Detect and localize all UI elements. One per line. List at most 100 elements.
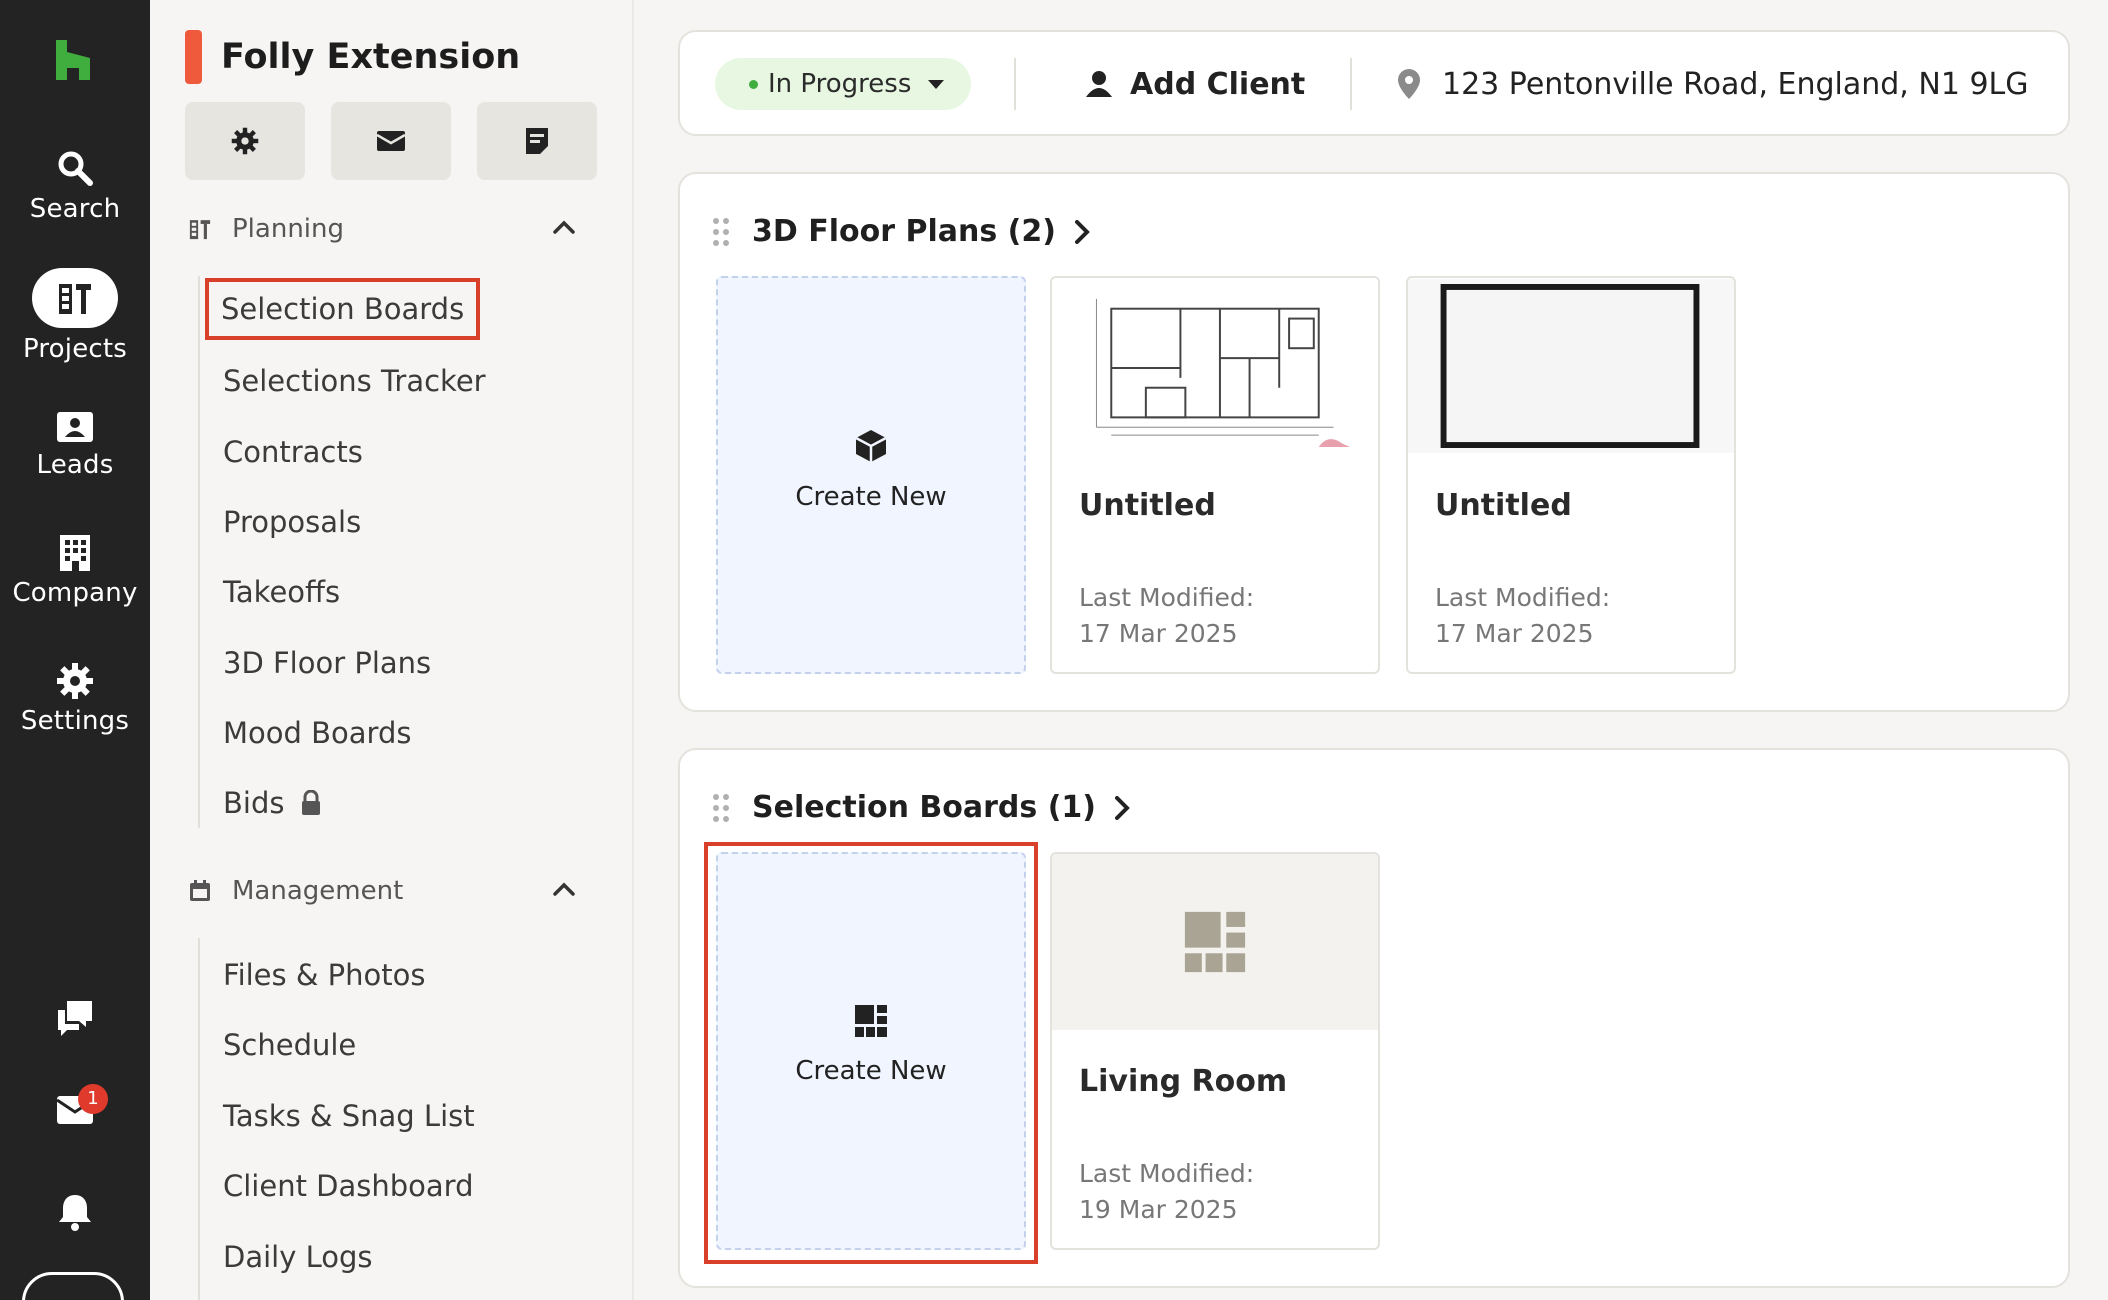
nav-schedule[interactable]: Schedule xyxy=(223,1028,356,1062)
modified-label: Last Modified: xyxy=(1079,1159,1255,1188)
nav-takeoffs[interactable]: Takeoffs xyxy=(223,575,340,609)
rail-company-label: Company xyxy=(12,578,138,608)
selection-boards-title: Selection Boards (1) xyxy=(752,790,1096,825)
calendar-icon xyxy=(190,880,210,901)
selection-board-modified: Last Modified: 19 Mar 2025 xyxy=(1079,1156,1254,1228)
modified-date: 17 Mar 2025 xyxy=(1435,619,1594,648)
add-client-label: Add Client xyxy=(1130,66,1306,102)
rail-settings-label: Settings xyxy=(20,706,130,736)
search-icon xyxy=(58,151,93,186)
create-selection-board-highlight xyxy=(704,842,1038,1264)
project-sidebar: Folly Extension Planning Selection Board… xyxy=(150,0,634,1300)
project-header: Folly Extension xyxy=(185,30,520,84)
chevron-up-icon xyxy=(553,882,575,896)
projects-icon xyxy=(59,284,91,314)
floor-plan-modified: Last Modified: 17 Mar 2025 xyxy=(1435,580,1610,652)
nav-selection-boards[interactable]: Selection Boards xyxy=(204,278,481,340)
location-pin-icon xyxy=(1398,69,1420,99)
floor-plan-card[interactable]: Untitled Last Modified: 17 Mar 2025 xyxy=(1050,276,1380,674)
nav-mood-boards[interactable]: Mood Boards xyxy=(223,716,411,750)
planning-section-toggle[interactable]: Planning xyxy=(188,214,578,244)
chevron-right-icon[interactable] xyxy=(1112,794,1132,822)
rail-projects-active-pill xyxy=(32,268,118,328)
rail-messages[interactable] xyxy=(0,998,150,1042)
rail-company[interactable]: Company xyxy=(0,534,150,608)
add-client-button[interactable]: Add Client xyxy=(1084,54,1305,114)
drag-handle-icon[interactable] xyxy=(712,793,730,823)
rail-settings[interactable]: Settings xyxy=(0,662,150,736)
rail-leads-label: Leads xyxy=(36,450,114,480)
header-divider xyxy=(1350,58,1352,110)
create-floor-plan-content: Create New xyxy=(718,428,1024,512)
floor-plan-name: Untitled xyxy=(1435,488,1572,523)
header-divider xyxy=(1014,58,1016,110)
project-mail-button[interactable] xyxy=(331,102,451,180)
nav-3d-floor-plans[interactable]: 3D Floor Plans xyxy=(223,646,431,680)
selection-boards-section: Selection Boards (1) Create New Living R… xyxy=(678,748,2070,1288)
board-grid-icon xyxy=(1184,911,1246,973)
floor-plan-card[interactable]: Untitled Last Modified: 17 Mar 2025 xyxy=(1406,276,1736,674)
lock-icon xyxy=(302,790,321,815)
project-color-bar xyxy=(185,30,202,84)
drag-handle-icon[interactable] xyxy=(712,217,730,247)
cube-icon xyxy=(855,430,887,462)
rail-projects-label: Projects xyxy=(22,334,128,364)
selection-board-card[interactable]: Living Room Last Modified: 19 Mar 2025 xyxy=(1050,852,1380,1250)
nav-files-photos[interactable]: Files & Photos xyxy=(223,958,426,992)
inbox-badge: 1 xyxy=(78,1084,108,1114)
chat-icon xyxy=(58,1001,92,1036)
houzz-logo-icon[interactable] xyxy=(50,36,96,82)
nav-contracts[interactable]: Contracts xyxy=(223,435,363,469)
modified-date: 19 Mar 2025 xyxy=(1079,1195,1238,1224)
project-notes-button[interactable] xyxy=(477,102,597,180)
leads-icon xyxy=(57,412,93,442)
nav-bids-label: Bids xyxy=(223,786,285,820)
project-info-bar: In Progress Add Client 123 Pentonville R… xyxy=(678,30,2070,136)
management-nav-guide xyxy=(198,938,200,1300)
floor-plan-name: Untitled xyxy=(1079,488,1216,523)
project-title: Folly Extension xyxy=(221,37,521,77)
floor-plans-header[interactable]: 3D Floor Plans (2) xyxy=(712,214,1092,249)
caret-down-icon xyxy=(928,80,945,89)
building-icon xyxy=(60,535,90,571)
selection-board-name: Living Room xyxy=(1079,1064,1288,1099)
create-floor-plan-label: Create New xyxy=(795,482,947,512)
mail-icon xyxy=(376,131,406,151)
nav-client-dashboard[interactable]: Client Dashboard xyxy=(223,1169,474,1203)
nav-tasks-snag-list[interactable]: Tasks & Snag List xyxy=(223,1099,475,1133)
floor-plans-section: 3D Floor Plans (2) Create New Untitled L… xyxy=(678,172,2070,712)
floor-plan-thumbnail xyxy=(1408,279,1734,453)
address-text: 123 Pentonville Road, England, N1 9LG xyxy=(1442,66,2029,102)
rail-projects[interactable]: Projects xyxy=(0,268,150,364)
nav-proposals[interactable]: Proposals xyxy=(223,505,361,539)
rail-search[interactable]: Search xyxy=(0,148,150,224)
create-floor-plan-tile[interactable]: Create New xyxy=(716,276,1026,674)
rail-inbox[interactable]: 1 xyxy=(0,1084,150,1130)
planning-section-label: Planning xyxy=(232,214,344,244)
floor-plan-thumbnail xyxy=(1052,279,1378,453)
selection-board-thumbnail xyxy=(1052,854,1378,1030)
project-settings-button[interactable] xyxy=(185,102,305,180)
status-label: In Progress xyxy=(768,69,912,99)
nav-selections-tracker[interactable]: Selections Tracker xyxy=(223,364,486,398)
nav-daily-logs[interactable]: Daily Logs xyxy=(223,1240,373,1274)
notes-icon xyxy=(526,128,548,154)
chevron-right-icon[interactable] xyxy=(1072,218,1092,246)
gear-icon xyxy=(231,127,259,155)
rail-leads[interactable]: Leads xyxy=(0,410,150,480)
rail-notifications[interactable] xyxy=(0,1192,150,1236)
rail-search-label: Search xyxy=(29,194,121,224)
user-avatar[interactable] xyxy=(22,1272,124,1300)
nav-bids[interactable]: Bids xyxy=(223,786,322,820)
selection-boards-header[interactable]: Selection Boards (1) xyxy=(712,790,1132,825)
project-address: 123 Pentonville Road, England, N1 9LG xyxy=(1396,54,2029,114)
app-rail: Search Projects Leads Company Settings 1 xyxy=(0,0,150,1300)
management-section-toggle[interactable]: Management xyxy=(188,876,578,906)
modified-label: Last Modified: xyxy=(1079,583,1255,612)
planning-icon xyxy=(189,220,211,240)
floor-plans-title: 3D Floor Plans (2) xyxy=(752,214,1056,249)
status-dropdown[interactable]: In Progress xyxy=(715,58,971,110)
modified-date: 17 Mar 2025 xyxy=(1079,619,1238,648)
status-dot xyxy=(749,79,758,89)
modified-label: Last Modified: xyxy=(1435,583,1611,612)
